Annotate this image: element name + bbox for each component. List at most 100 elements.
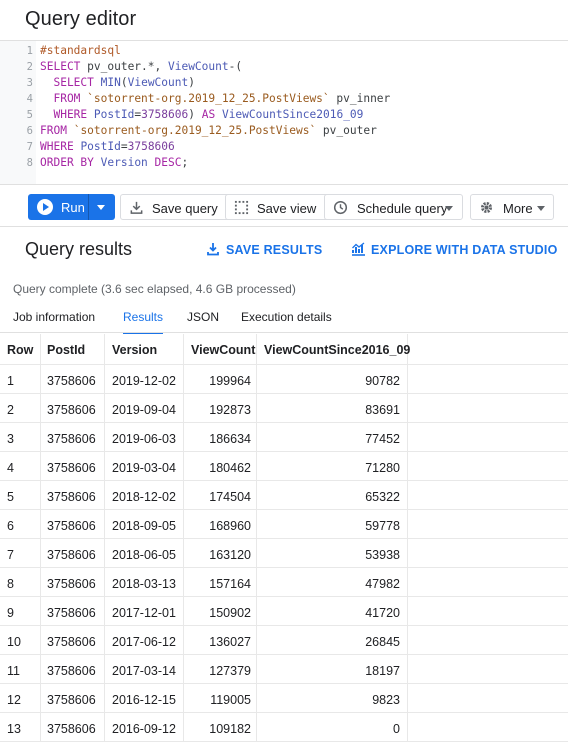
cell-viewcount-since-2016-09: 65322 <box>257 481 408 509</box>
code-token: ORDER BY <box>40 156 94 169</box>
tab-json[interactable]: JSON <box>187 310 219 333</box>
query-editor-header: Query editor <box>0 0 568 41</box>
cell-viewcount: 109182 <box>184 713 257 741</box>
schedule-query-label: Schedule query <box>357 201 448 216</box>
cell-viewcount-since-2016-09: 53938 <box>257 539 408 567</box>
schedule-query-button[interactable]: Schedule query <box>324 194 463 220</box>
table-row[interactable]: 7 3758606 2018-06-05 163120 53938 <box>0 539 568 568</box>
more-label: More <box>503 201 533 216</box>
cell-viewcount: 127379 <box>184 655 257 683</box>
table-row[interactable]: 4 3758606 2019-03-04 180462 71280 <box>0 452 568 481</box>
code-token: ViewCount <box>127 76 189 89</box>
cell-row-number: 2 <box>0 394 41 422</box>
more-button[interactable]: More <box>470 194 554 220</box>
table-row[interactable]: 11 3758606 2017-03-14 127379 18197 <box>0 655 568 684</box>
column-header-version[interactable]: Version <box>105 334 184 364</box>
code-token: pv_outer.*, <box>80 60 168 73</box>
cell-version: 2018-12-02 <box>105 481 184 509</box>
tab-results[interactable]: Results <box>123 310 164 335</box>
table-row[interactable]: 13 3758606 2016-09-12 109182 0 <box>0 713 568 742</box>
table-header-row: Row PostId Version ViewCount ViewCountSince2… <box>0 334 568 365</box>
cell-row-number: 4 <box>0 452 41 480</box>
editor-toolbar: Run Save query Save view Schedule query … <box>28 192 568 222</box>
code-token: SELECT <box>40 76 94 89</box>
cell-viewcount: 150902 <box>184 597 257 625</box>
table-row[interactable]: 8 3758606 2018-03-13 157164 47982 <box>0 568 568 597</box>
cell-viewcount: 180462 <box>184 452 257 480</box>
table-row[interactable]: 6 3758606 2018-09-05 168960 59778 <box>0 510 568 539</box>
cell-postid: 3758606 <box>41 452 105 480</box>
cell-row-number: 5 <box>0 481 41 509</box>
line-number: 8 <box>26 157 33 169</box>
cell-row-number: 12 <box>0 684 41 712</box>
tab-job-information[interactable]: Job information <box>13 310 95 333</box>
code-token: ) <box>188 108 202 121</box>
table-row[interactable]: 1 3758606 2019-12-02 199964 90782 <box>0 365 568 394</box>
code-text: SELECT pv_outer.*, ViewCount-( <box>40 59 242 75</box>
code-token: MIN <box>100 76 121 89</box>
chevron-down-icon <box>445 206 453 211</box>
cell-viewcount: 168960 <box>184 510 257 538</box>
table-row[interactable]: 10 3758606 2017-06-12 136027 26845 <box>0 626 568 655</box>
code-token: Version <box>100 156 148 169</box>
cell-viewcount: 199964 <box>184 365 257 393</box>
table-row[interactable]: 2 3758606 2019-09-04 192873 83691 <box>0 394 568 423</box>
table-row[interactable]: 5 3758606 2018-12-02 174504 65322 <box>0 481 568 510</box>
cell-row-number: 11 <box>0 655 41 683</box>
cell-postid: 3758606 <box>41 655 105 683</box>
code-token: -( <box>228 60 243 73</box>
cell-viewcount: 119005 <box>184 684 257 712</box>
code-text: ORDER BY Version DESC; <box>40 155 188 171</box>
line-number: 7 <box>26 141 33 153</box>
run-button-divider <box>88 194 89 220</box>
column-header-row-number[interactable]: Row <box>0 334 41 364</box>
table-row[interactable]: 12 3758606 2016-12-15 119005 9823 <box>0 684 568 713</box>
sql-code-editor[interactable]: 1 #standardsql 2 SELECT pv_outer.*, ViewCou… <box>0 41 568 185</box>
line-number: 5 <box>26 109 33 121</box>
run-button[interactable]: Run <box>28 194 115 220</box>
cell-version: 2019-03-04 <box>105 452 184 480</box>
cell-version: 2017-03-14 <box>105 655 184 683</box>
table-row[interactable]: 9 3758606 2017-12-01 150902 41720 <box>0 597 568 626</box>
query-results-title: Query results <box>25 239 133 259</box>
column-header-viewcount[interactable]: ViewCount <box>184 334 257 364</box>
cell-viewcount-since-2016-09: 9823 <box>257 684 408 712</box>
cell-viewcount: 192873 <box>184 394 257 422</box>
cell-postid: 3758606 <box>41 365 105 393</box>
column-header-postid[interactable]: PostId <box>41 334 105 364</box>
code-line[interactable]: 5 WHERE PostId=3758606) AS ViewCountSinc… <box>0 107 568 123</box>
run-dropdown-icon[interactable] <box>97 205 105 210</box>
code-token: AS <box>201 108 216 121</box>
save-view-label: Save view <box>257 201 317 216</box>
cell-version: 2016-12-15 <box>105 684 184 712</box>
code-line[interactable]: 3 SELECT MIN(ViewCount) <box>0 75 568 91</box>
code-line[interactable]: 4 FROM `sotorrent-org.2019_12_25.PostVie… <box>0 91 568 107</box>
cell-viewcount: 174504 <box>184 481 257 509</box>
code-token: WHERE <box>40 140 74 153</box>
cell-row-number: 6 <box>0 510 41 538</box>
code-line[interactable]: 7 WHERE PostId=3758606 <box>0 139 568 155</box>
code-token: ) <box>188 76 195 89</box>
table-row[interactable]: 3 3758606 2019-06-03 186634 77452 <box>0 423 568 452</box>
code-line[interactable]: 2 SELECT pv_outer.*, ViewCount-( <box>0 59 568 75</box>
cell-version: 2017-12-01 <box>105 597 184 625</box>
code-token: FROM <box>40 92 81 105</box>
cell-row-number: 9 <box>0 597 41 625</box>
cell-viewcount-since-2016-09: 47982 <box>257 568 408 596</box>
code-line[interactable]: 8 ORDER BY Version DESC; <box>0 155 568 171</box>
cell-postid: 3758606 <box>41 510 105 538</box>
code-text: FROM `sotorrent-org.2019_12_25.PostViews… <box>40 123 377 139</box>
code-line[interactable]: 6 FROM `sotorrent-org.2019_12_25.PostView… <box>0 123 568 139</box>
cell-postid: 3758606 <box>41 423 105 451</box>
code-token: = <box>120 140 128 153</box>
line-number: 6 <box>26 125 33 137</box>
code-token: ViewCountSince2016_09 <box>221 108 364 121</box>
cell-postid: 3758606 <box>41 394 105 422</box>
run-button-label: Run <box>61 200 85 215</box>
code-line[interactable]: 1 #standardsql <box>0 43 568 59</box>
column-header-viewcount-since-2016-09[interactable]: ViewCountSince2016_09 <box>257 334 410 364</box>
code-text: SELECT MIN(ViewCount) <box>40 75 195 91</box>
tab-execution-details[interactable]: Execution details <box>241 310 332 333</box>
save-results-label: SAVE RESULTS <box>226 243 323 257</box>
cell-viewcount-since-2016-09: 26845 <box>257 626 408 654</box>
